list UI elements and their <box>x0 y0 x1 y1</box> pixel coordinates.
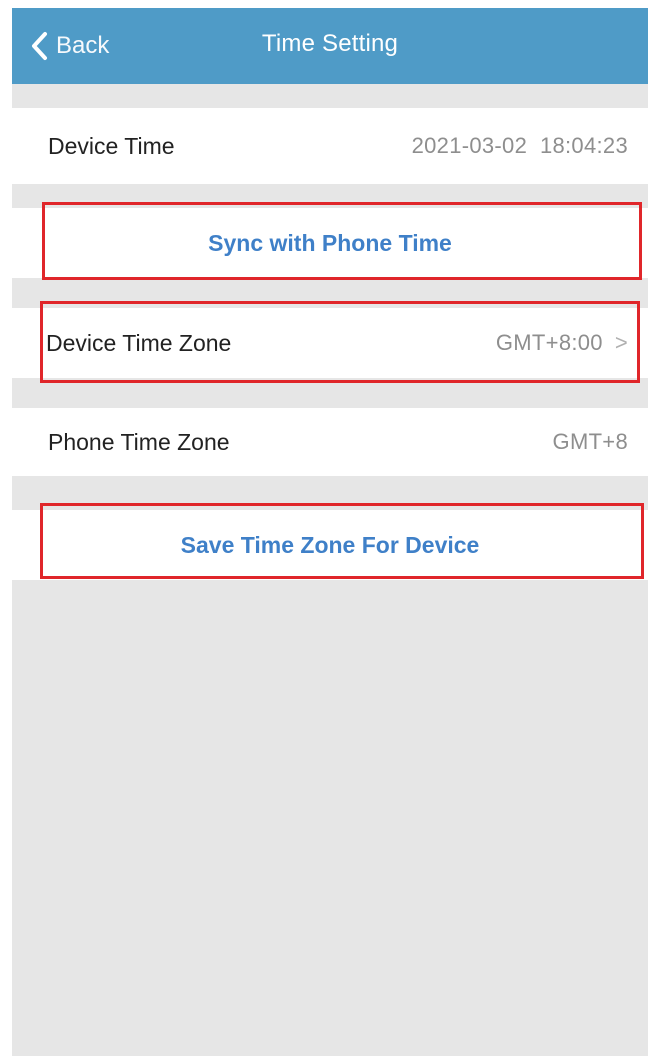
device-time-zone-value: GMT+8:00 <box>495 330 603 355</box>
screen: Back Time Setting Device Time 2021-03-02… <box>12 8 648 1056</box>
navigation-bar: Back Time Setting <box>12 8 648 84</box>
phone-time-zone-label: Phone Time Zone <box>48 428 230 455</box>
device-time-zone-row[interactable]: Device Time Zone GMT+8:00 > <box>12 308 648 378</box>
sync-with-phone-time-label: Sync with Phone Time <box>208 229 452 256</box>
sync-with-phone-time-button[interactable]: Sync with Phone Time <box>12 208 648 278</box>
phone-time-zone-row: Phone Time Zone GMT+8 <box>12 408 648 476</box>
device-time-label: Device Time <box>48 132 175 159</box>
save-time-zone-label: Save Time Zone For Device <box>180 531 480 558</box>
device-time-zone-value-wrap: GMT+8:00 > <box>496 308 628 378</box>
phone-time-zone-value: GMT+8 <box>552 429 628 454</box>
device-time-value: 2021-03-02 18:04:23 <box>411 133 628 158</box>
device-time-row: Device Time 2021-03-02 18:04:23 <box>12 108 648 184</box>
device-time-zone-label: Device Time Zone <box>46 329 232 356</box>
save-time-zone-button[interactable]: Save Time Zone For Device <box>12 510 648 580</box>
page-title: Time Setting <box>261 30 399 57</box>
chevron-right-icon: > <box>614 330 628 355</box>
